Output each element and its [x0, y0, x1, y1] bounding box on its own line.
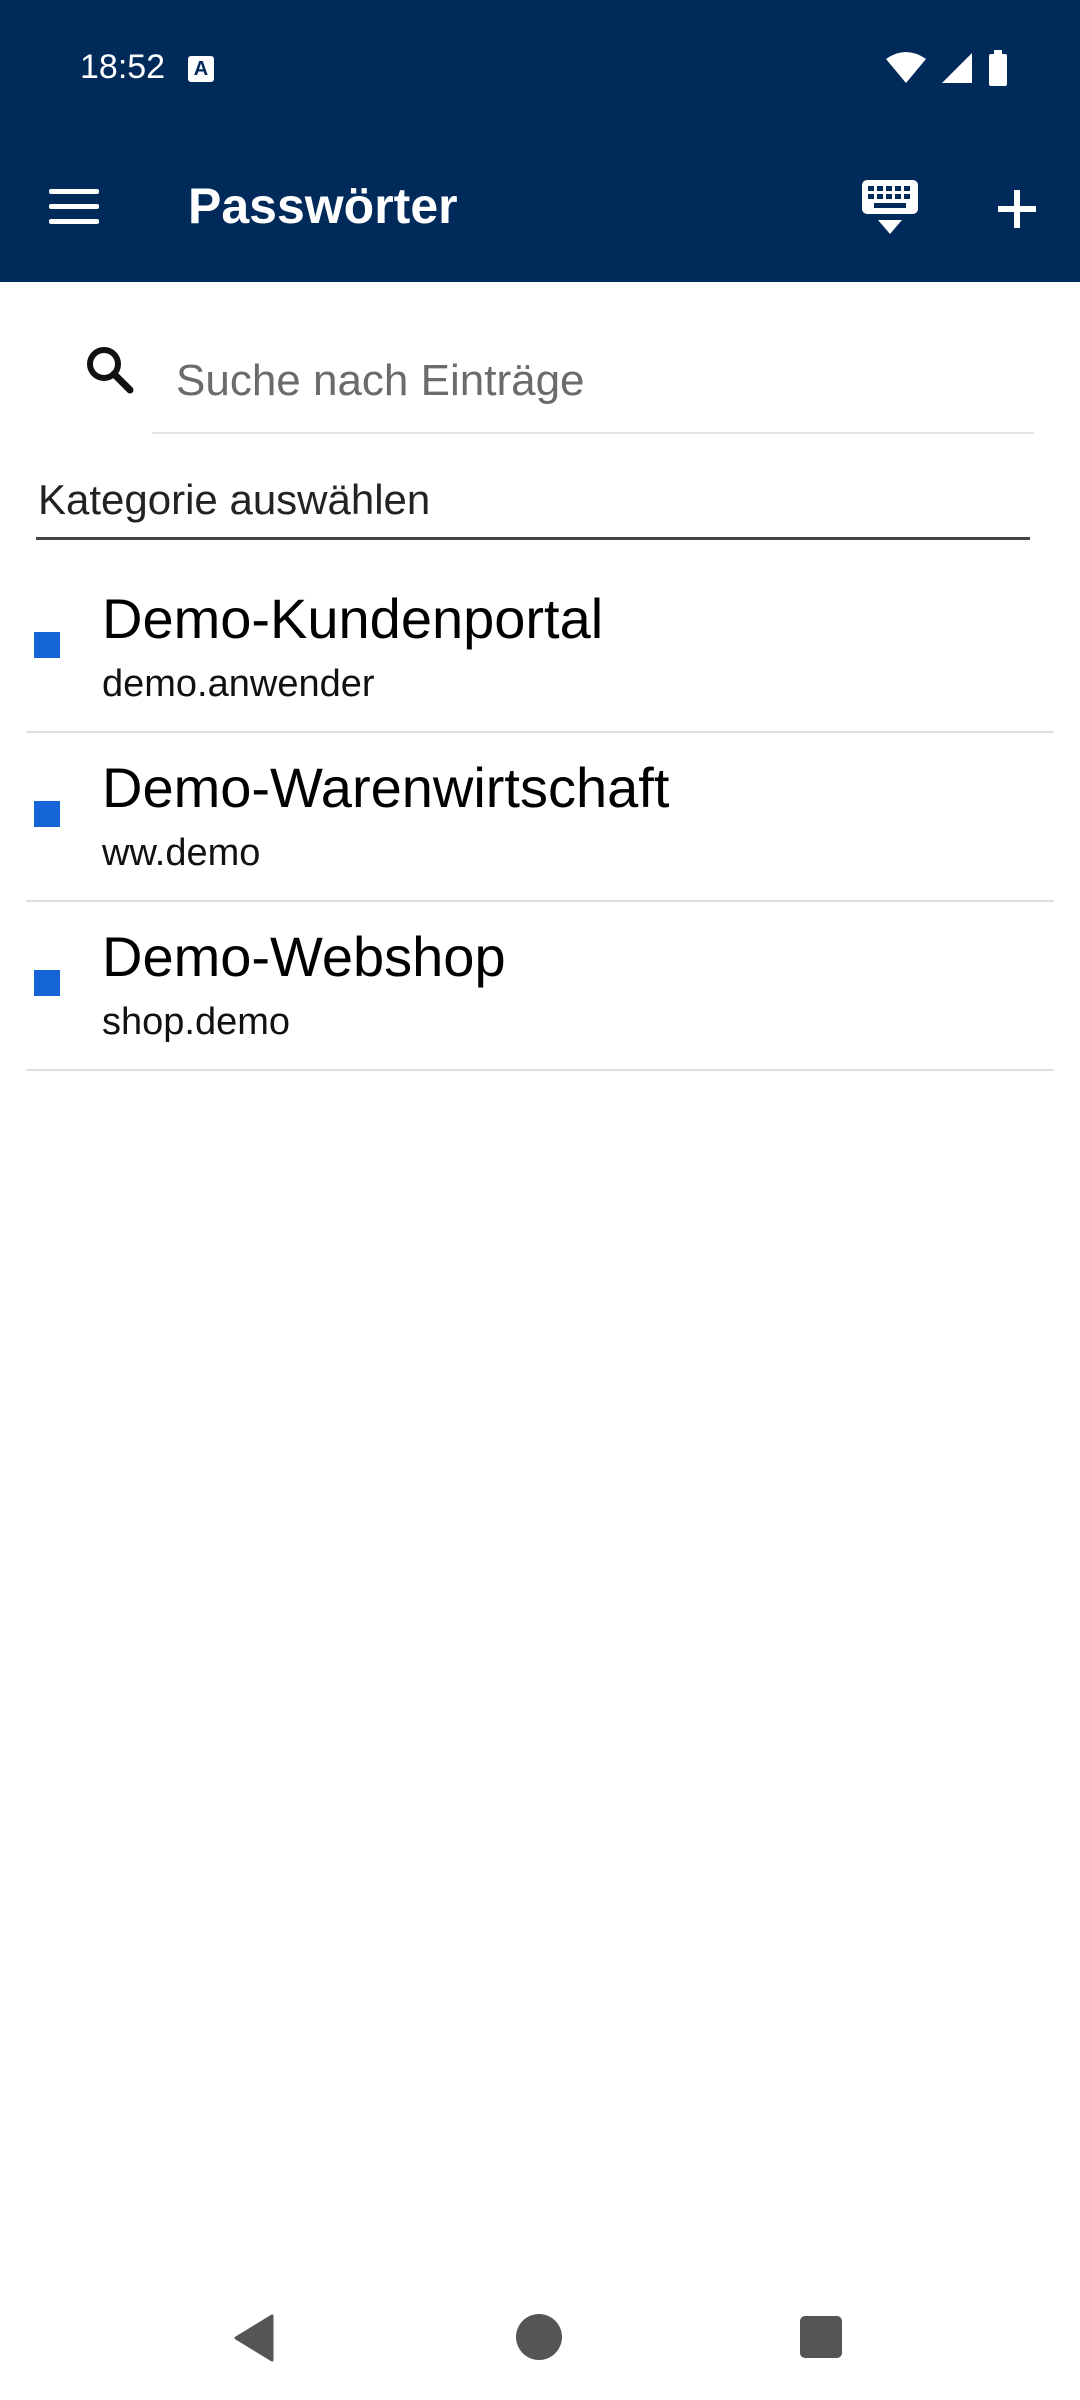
- password-entry-list: Demo-Kundenportal demo.anwender Demo-War…: [26, 564, 1054, 1071]
- search-input[interactable]: [152, 330, 1034, 434]
- home-icon[interactable]: [516, 2314, 562, 2360]
- page-title: Passwörter: [188, 178, 458, 234]
- status-time: 18:52: [80, 48, 166, 86]
- entry-color-marker: [34, 801, 60, 827]
- signal-icon: [942, 53, 972, 83]
- entry-color-marker: [34, 632, 60, 658]
- list-item[interactable]: Demo-Kundenportal demo.anwender: [26, 564, 1054, 733]
- entry-color-marker: [34, 970, 60, 996]
- search-icon: [87, 347, 134, 394]
- list-item[interactable]: Demo-Warenwirtschaft ww.demo: [26, 733, 1054, 902]
- status-icons: [886, 50, 1008, 86]
- list-item[interactable]: Demo-Webshop shop.demo: [26, 902, 1054, 1071]
- status-bar: 18:52 A: [0, 0, 1080, 130]
- wifi-icon: [886, 52, 926, 83]
- hamburger-menu-icon[interactable]: [38, 176, 110, 236]
- app-bar: Passwörter: [0, 130, 1080, 282]
- keyboard-hide-icon[interactable]: [860, 180, 920, 236]
- battery-icon: [989, 50, 1007, 86]
- notification-a-icon: A: [188, 56, 214, 82]
- entry-title: Demo-Warenwirtschaft: [102, 756, 670, 819]
- entry-username: shop.demo: [102, 1001, 291, 1043]
- back-icon[interactable]: [232, 2314, 276, 2362]
- plus-icon[interactable]: [982, 174, 1052, 244]
- category-select[interactable]: Kategorie auswählen: [36, 468, 1030, 540]
- entry-title: Demo-Kundenportal: [102, 587, 604, 650]
- entry-username: ww.demo: [102, 832, 261, 874]
- category-select-label: Kategorie auswählen: [38, 476, 431, 523]
- entry-title: Demo-Webshop: [102, 925, 506, 988]
- system-nav-bar: [0, 2290, 1080, 2400]
- recents-icon[interactable]: [800, 2316, 842, 2358]
- entry-username: demo.anwender: [102, 663, 375, 705]
